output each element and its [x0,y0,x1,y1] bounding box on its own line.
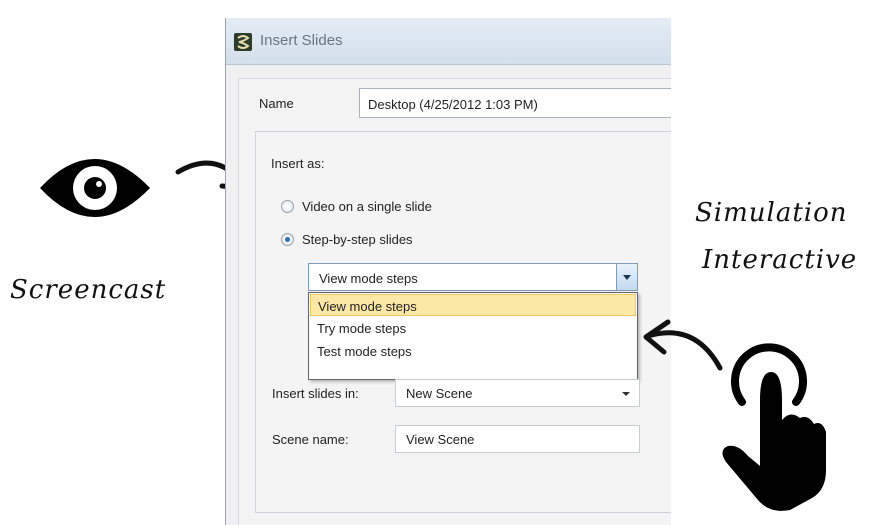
insert-slides-in-select[interactable]: New Scene [395,379,640,407]
window-title: Insert Slides [260,32,343,49]
insert-slides-dialog: Insert Slides Name Desktop (4/25/2012 1:… [225,18,671,525]
insert-slides-in-value: New Scene [406,386,473,401]
interactive-caption: Interactive [702,245,858,275]
app-icon [234,33,252,51]
option-try-mode[interactable]: Try mode steps [310,317,636,339]
mode-dropdown-list: View mode steps Try mode steps Test mode… [308,292,638,380]
mode-select-value: View mode steps [319,271,418,286]
name-field[interactable]: Desktop (4/25/2012 1:03 PM) [359,88,671,118]
chevron-down-icon[interactable] [616,264,637,290]
scene-name-field[interactable]: View Scene [395,425,640,453]
radio-step-by-step[interactable] [281,233,294,246]
screencast-caption: Screencast [10,275,167,305]
title-bar[interactable]: Insert Slides [226,18,671,65]
insert-slides-in-label: Insert slides in: [272,386,359,401]
simulation-caption: Simulation [695,198,848,228]
mode-select[interactable]: View mode steps [308,263,638,291]
insert-as-label: Insert as: [271,156,325,171]
scene-name-value: View Scene [406,432,475,447]
option-test-mode[interactable]: Test mode steps [310,340,636,362]
radio-video-label[interactable]: Video on a single slide [302,199,432,214]
radio-step-label[interactable]: Step-by-step slides [302,232,413,247]
scene-name-label: Scene name: [272,432,349,447]
option-view-mode[interactable]: View mode steps [310,294,636,316]
chevron-down-icon [622,392,630,396]
name-label: Name [259,96,294,111]
radio-video-single-slide[interactable] [281,200,294,213]
